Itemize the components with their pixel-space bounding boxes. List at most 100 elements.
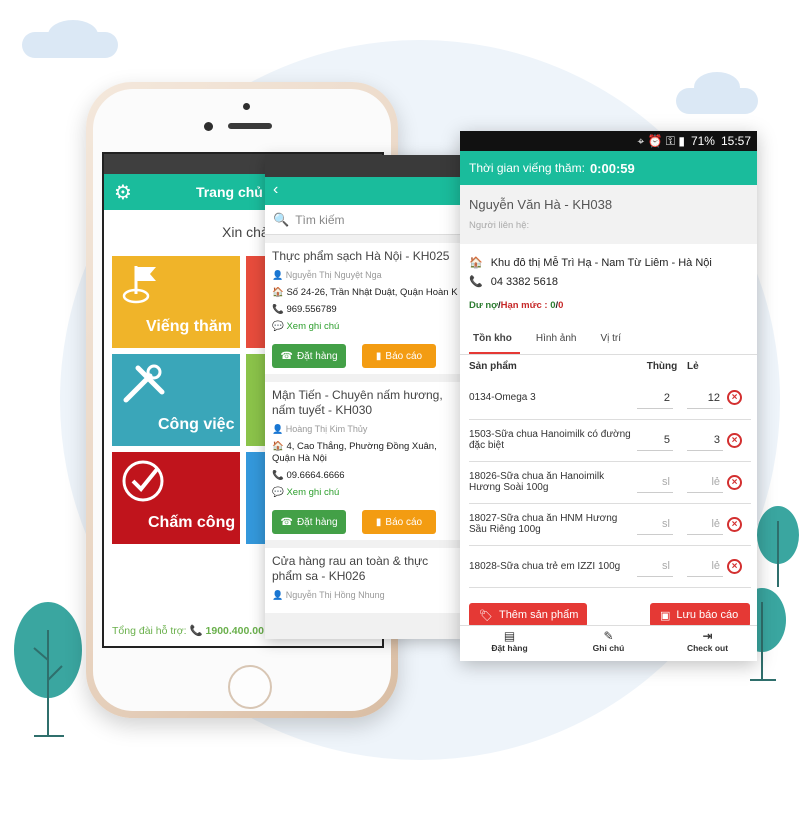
add-product-button[interactable]: 🏷 Thêm sản phẩm	[469, 603, 587, 627]
hotline[interactable]: Tổng đài hỗ trợ: 📞 1900.400.00	[112, 624, 264, 637]
customer-name: Nguyễn Văn Hà - KH038	[469, 197, 613, 212]
tile-work[interactable]: Công việc	[112, 354, 240, 446]
tile-visit-label: Viếng thăm	[146, 318, 232, 335]
box-input[interactable]: sl	[637, 471, 673, 493]
remove-icon[interactable]: ×	[727, 390, 742, 406]
customer-card[interactable]: Thực phẩm sạch Hà Nội - KH025 👤 Nguyễn T…	[265, 243, 465, 374]
cloud-decoration	[694, 72, 740, 102]
customer-address: 🏠 Số 24-26, Trần Nhật Duật, Quận Hoàn Ki	[272, 287, 458, 298]
phone-text: 09.6664.6666	[286, 470, 345, 481]
customer-contact: 👤 Nguyễn Thị Hồng Nhung	[272, 590, 385, 600]
note-label: Xem ghi chú	[286, 487, 340, 498]
add-product-label: Thêm sản phẩm	[498, 609, 579, 621]
nav-note-label: Ghi chú	[592, 643, 625, 653]
address-text: 4, Cao Thắng, Phường Đồng Xuân, Quận Hà …	[272, 441, 437, 464]
box-input[interactable]: sl	[637, 555, 673, 577]
contact-name: Nguyễn Thị Nguyệt Nga	[285, 270, 382, 280]
tab-location[interactable]: Vị trí	[596, 327, 629, 354]
status-bar: ⌖ ⏰ ⚿ ▮ 71% 15:57	[460, 131, 757, 151]
customer-card[interactable]: Mận Tiến - Chuyên nấm hương, nấm tuyết -…	[265, 382, 465, 540]
visit-screen: ⌖ ⏰ ⚿ ▮ 71% 15:57 Thời gian viếng thăm: …	[460, 131, 757, 661]
column-header: Sản phẩm	[469, 360, 517, 372]
phone-sensor	[243, 103, 250, 110]
nav-checkout-label: Check out	[686, 643, 729, 653]
remove-icon[interactable]: ×	[727, 558, 742, 574]
customer-phone: 📞 969.556789	[272, 304, 337, 315]
remove-icon[interactable]: ×	[727, 516, 742, 532]
customer-contact: 👤 Hoàng Thị Kim Thủy	[272, 424, 368, 434]
tab-images[interactable]: Hình ảnh	[532, 327, 585, 354]
box-input[interactable]: 5	[637, 429, 673, 451]
customer-header: Nguyễn Văn Hà - KH038 Người liên hệ:	[460, 185, 757, 244]
note-link[interactable]: 💬 Xem ghi chú	[272, 487, 458, 498]
box-input[interactable]: 2	[637, 387, 673, 409]
nav-note[interactable]: ✎ Ghi chú	[559, 626, 658, 661]
phone-text: 04 3382 5618	[490, 275, 558, 288]
gear-icon[interactable]: ⚙	[114, 180, 132, 205]
search-input[interactable]: Tìm kiếm	[295, 213, 344, 227]
visit-timer-bar: Thời gian viếng thăm: 0:00:59	[460, 151, 757, 185]
address-row: 🏠 Khu đô thị Mễ Trì Hạ - Nam Từ Liêm - H…	[460, 256, 757, 270]
flag-icon	[122, 266, 156, 304]
order-button[interactable]: ☎ Đặt hàng	[272, 344, 346, 368]
phone-text: 969.556789	[286, 304, 337, 315]
order-button[interactable]: ☎ Đặt hàng	[272, 510, 346, 534]
save-report-label: Lưu báo cáo	[676, 609, 739, 621]
report-button[interactable]: ▮ Báo cáo	[362, 344, 436, 368]
home-icon: 🏠	[469, 257, 483, 269]
home-button[interactable]	[228, 665, 272, 709]
tile-timesheet[interactable]: Chấm công	[112, 452, 240, 544]
phone-camera	[204, 122, 213, 131]
unit-input[interactable]: 3	[687, 429, 723, 451]
column-header: Thùng	[646, 360, 678, 372]
hotline-number: 1900.400.00	[205, 625, 264, 637]
check-circle-icon	[122, 460, 164, 502]
save-report-button[interactable]: ▣ Lưu báo cáo	[650, 603, 750, 627]
limit-label: Hạn mức :	[500, 300, 548, 311]
product-name: 1503-Sữa chua Hanoimilk có đường đặc biệ…	[469, 429, 631, 451]
bottom-nav: ▤ Đặt hàng ✎ Ghi chú ⇥ Check out	[460, 625, 757, 661]
tree-illustration	[757, 506, 799, 587]
customer-phone: 📞 09.6664.6666	[272, 470, 345, 481]
tile-work-label: Công việc	[158, 416, 235, 433]
status-time: 15:57	[720, 134, 751, 148]
tree-illustration	[14, 602, 82, 737]
pencil-icon: ✎	[603, 629, 614, 643]
report-button[interactable]: ▮ Báo cáo	[362, 510, 436, 534]
search-bar[interactable]: 🔍 Tìm kiếm	[265, 205, 465, 235]
column-header	[727, 355, 751, 377]
nav-order[interactable]: ▤ Đặt hàng	[460, 626, 559, 661]
address-text: Khu đô thị Mễ Trì Hạ - Nam Từ Liêm - Hà …	[490, 256, 712, 269]
tab-stock[interactable]: Tồn kho	[469, 327, 520, 354]
unit-input[interactable]: lẻ	[687, 555, 723, 577]
table-row: 0134-Omega 3 2 12 ×	[469, 377, 751, 419]
customer-name: Cửa hàng rau an toàn & thực phẩm sa - KH…	[272, 554, 429, 583]
cloud-decoration	[48, 20, 98, 50]
report-label: Báo cáo	[385, 516, 423, 528]
tag-icon: 🏷	[479, 609, 493, 622]
exit-icon: ⇥	[702, 629, 713, 643]
phone-row[interactable]: 📞 04 3382 5618	[460, 275, 757, 289]
remove-icon[interactable]: ×	[727, 432, 742, 448]
unit-input[interactable]: lẻ	[687, 513, 723, 535]
address-text: Số 24-26, Trần Nhật Duật, Quận Hoàn Ki	[286, 287, 458, 298]
unit-input[interactable]: 12	[687, 387, 723, 409]
customer-card[interactable]: Cửa hàng rau an toàn & thực phẩm sa - KH…	[265, 548, 465, 613]
remove-icon[interactable]: ×	[727, 474, 742, 490]
battery-level: 71%	[690, 134, 715, 148]
box-input[interactable]: sl	[637, 513, 673, 535]
phone-icon: 📞	[469, 276, 483, 288]
debt-value: 0	[550, 300, 556, 311]
unit-input[interactable]: lẻ	[687, 471, 723, 493]
contact-label: Người liên hệ:	[469, 220, 530, 231]
note-link[interactable]: 💬 Xem ghi chú	[272, 321, 458, 332]
back-icon[interactable]: ‹	[273, 181, 278, 198]
tile-visit[interactable]: Viếng thăm	[112, 256, 240, 348]
customer-address: 🏠 4, Cao Thắng, Phường Đồng Xuân, Quận H…	[272, 441, 437, 464]
nav-order-label: Đặt hàng	[491, 643, 528, 653]
report-label: Báo cáo	[385, 350, 423, 362]
nav-checkout[interactable]: ⇥ Check out	[658, 626, 757, 661]
phone-speaker	[228, 123, 272, 129]
contact-name: Nguyễn Thị Hồng Nhung	[285, 590, 385, 600]
note-label: Xem ghi chú	[286, 321, 340, 332]
